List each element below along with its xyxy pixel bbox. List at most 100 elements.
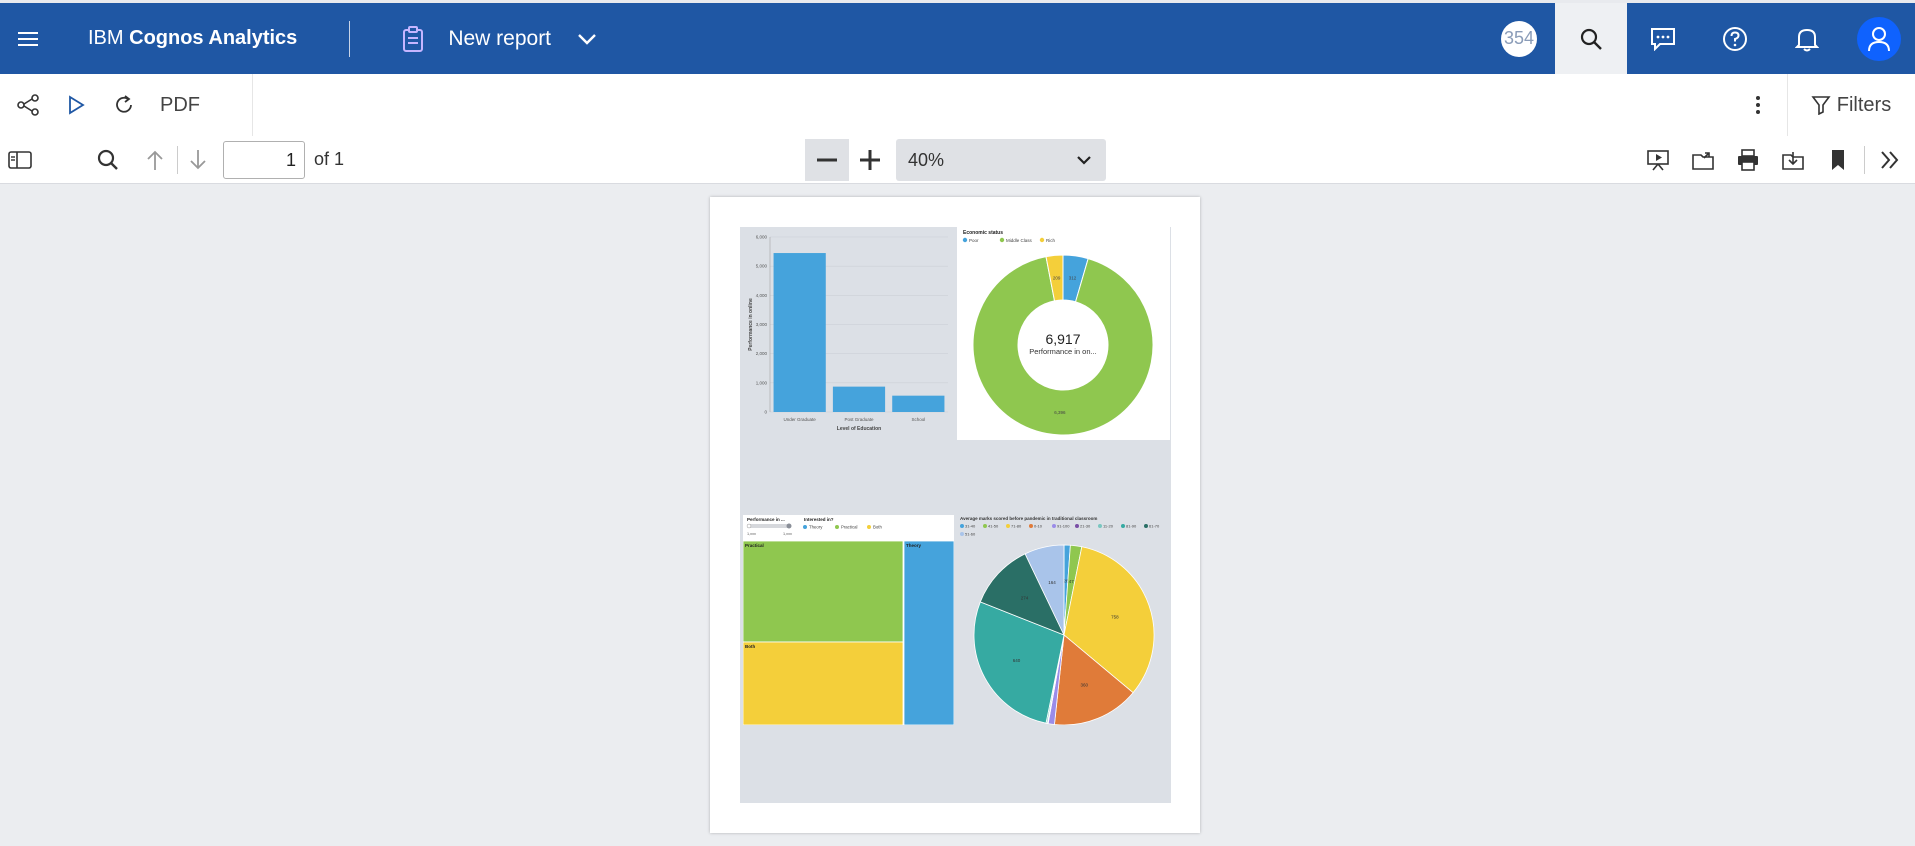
menu-icon[interactable] [0, 3, 56, 74]
legend-label: 41-50 [988, 524, 999, 529]
range-slider [747, 524, 791, 528]
refresh-button[interactable] [102, 83, 146, 127]
profile-button[interactable] [1843, 3, 1915, 74]
header-divider [349, 20, 351, 57]
download-folder-icon [1782, 152, 1804, 170]
range-slider-handle [746, 523, 752, 529]
legend-swatch [962, 237, 968, 243]
legend-label: 81-90 [1126, 524, 1137, 529]
pie-chart-panel[interactable]: Average marks scored before pandemic in … [957, 515, 1171, 726]
legend-label: Poor [969, 238, 979, 243]
bar [832, 386, 886, 412]
avatar [1857, 16, 1901, 61]
toolbar-divider [177, 146, 178, 174]
y-tick-label: 4,000 [756, 293, 768, 298]
next-page-button[interactable] [180, 142, 216, 178]
run-button[interactable] [54, 83, 98, 127]
donut-center-label: Performance in on... [1029, 347, 1097, 356]
zoom-in-button[interactable] [851, 139, 889, 181]
legend-label: Rich [1046, 238, 1055, 243]
open-in-new-button[interactable] [1685, 142, 1721, 178]
help-button[interactable] [1699, 3, 1771, 74]
legend-label: 11-20 [1103, 524, 1114, 529]
report-page: 0 1,000 2,000 3,000 4,000 5,000 6,000 Under Gra… [710, 197, 1200, 833]
notifications-counter[interactable]: 354 [1483, 3, 1555, 74]
previous-page-button[interactable] [137, 142, 173, 178]
bookmark-button[interactable] [1820, 142, 1856, 178]
bar [773, 253, 826, 412]
chevron-down-icon[interactable] [575, 27, 599, 51]
search-icon [97, 149, 118, 170]
find-button[interactable] [90, 142, 126, 178]
bar-chart: 0 1,000 2,000 3,000 4,000 5,000 6,000 Under Gra… [748, 235, 948, 432]
filter-icon [1811, 96, 1831, 115]
legend-swatch [1098, 524, 1102, 528]
report-title[interactable]: New report [448, 27, 551, 51]
legend-label: 71-80 [1011, 524, 1022, 529]
user-icon [1868, 26, 1890, 51]
donut-center-value: 6,917 [1045, 331, 1080, 347]
legend-label: Practical [841, 525, 858, 530]
legend-swatch [835, 525, 839, 529]
legend-swatch [1144, 524, 1148, 528]
treemap-panel[interactable]: Performance in ... 1,xxx 1,xxx Interested i… [742, 515, 955, 726]
toolbar-divider [1864, 146, 1865, 174]
bar [892, 395, 945, 412]
search-button[interactable] [1555, 3, 1627, 74]
legend-label: Middle Class [1006, 238, 1033, 243]
slice-label: 209 [1053, 275, 1061, 280]
zoom-select[interactable]: 40% [896, 139, 1106, 181]
y-tick-label: 5,000 [756, 264, 768, 269]
search-icon [1580, 28, 1602, 50]
donut-chart: Economic status Poor Middle Class Rich 312 6,… [962, 230, 1154, 436]
pdf-button[interactable]: PDF [160, 94, 200, 117]
legend-swatch [983, 524, 987, 528]
donut-chart-panel[interactable]: Economic status Poor Middle Class Rich 312 6,… [957, 227, 1170, 440]
x-tick-label: Under Graduate [784, 417, 817, 422]
page-number-input[interactable]: 1 [223, 141, 305, 179]
legend-swatch [1121, 524, 1125, 528]
notifications-button[interactable] [1771, 3, 1843, 74]
brand-prefix: IBM [88, 27, 130, 49]
slice-label: 274 [1021, 596, 1029, 601]
legend-label: 61-70 [1149, 524, 1160, 529]
share-icon [17, 94, 39, 116]
chevron-down-icon [1076, 149, 1092, 170]
printer-icon [1738, 149, 1758, 171]
minus-icon [817, 158, 837, 162]
toggle-sidebar-button[interactable] [2, 142, 38, 178]
expand-button[interactable] [1872, 142, 1908, 178]
legend-swatch [803, 525, 807, 529]
slice-label: 47 [1069, 579, 1075, 584]
plus-icon [860, 150, 880, 170]
print-button[interactable] [1730, 142, 1766, 178]
legend-swatch [960, 532, 964, 536]
more-options-button[interactable] [1729, 74, 1787, 136]
slice-label: 360 [1080, 683, 1088, 688]
legend-label: 91-100 [1057, 524, 1070, 529]
arrow-down-icon [190, 150, 206, 170]
range-max-label: 1,xxx [783, 532, 792, 536]
zoom-out-button[interactable] [805, 139, 849, 181]
treemap-cell-label: Practical [745, 543, 764, 548]
bar-chart-panel[interactable]: 0 1,000 2,000 3,000 4,000 5,000 6,000 Under Gra… [740, 227, 953, 440]
zoom-value: 40% [908, 149, 945, 170]
legend-swatch [1039, 237, 1045, 243]
x-tick-label: School [911, 417, 925, 422]
overflow-menu-icon [1756, 96, 1760, 114]
present-button[interactable] [1640, 142, 1676, 178]
assistant-button[interactable] [1627, 3, 1699, 74]
slice-label: 640 [1013, 658, 1021, 663]
share-button[interactable] [6, 83, 50, 127]
arrow-up-icon [147, 150, 163, 170]
chart-title: Average marks scored before pandemic in … [960, 516, 1097, 521]
treemap-cell-label: Both [745, 644, 755, 649]
legend-label: 51-60 [965, 532, 976, 537]
export-icon [1692, 152, 1714, 170]
treemap-cell [742, 540, 904, 643]
filters-button[interactable]: Filters [1787, 74, 1915, 136]
save-button[interactable] [1775, 142, 1811, 178]
legend-label: 0-10 [1034, 524, 1043, 529]
treemap-chart: Performance in ... 1,xxx 1,xxx Interested i… [742, 517, 955, 726]
app-brand[interactable]: IBM Cognos Analytics [88, 27, 297, 50]
